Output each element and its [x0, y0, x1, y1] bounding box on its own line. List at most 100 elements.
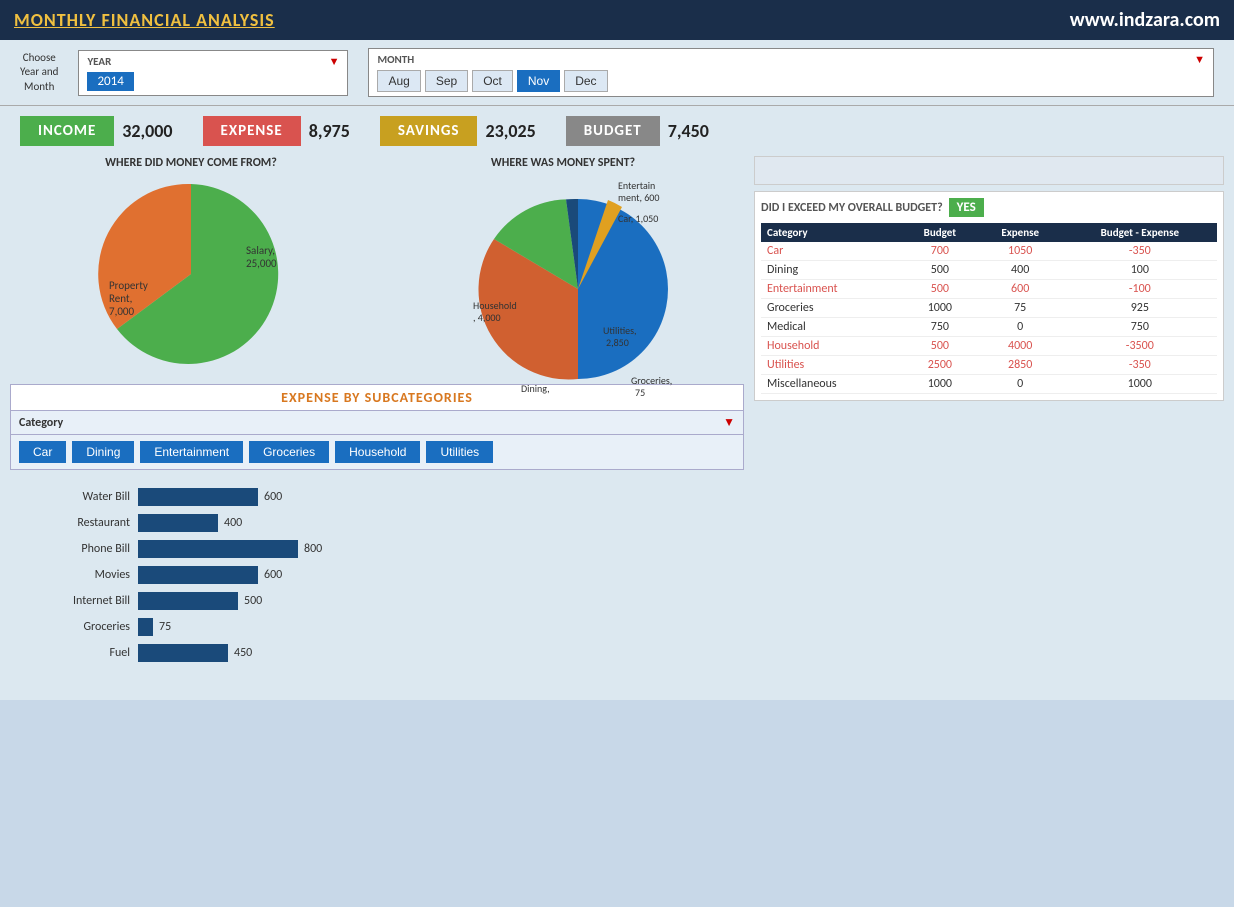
cell-diff: 750 [1063, 318, 1217, 337]
cell-diff: -350 [1063, 242, 1217, 261]
bar-label-fuel: Fuel [30, 646, 130, 660]
expense-pie-container: Car, 1,050 Entertain ment, 600 Household… [463, 174, 663, 374]
bar-row-internetbill: Internet Bill 500 [30, 592, 724, 610]
bar-value-fuel: 450 [234, 646, 252, 660]
budget-section: DID I EXCEED MY OVERALL BUDGET? YES Cate… [754, 191, 1224, 401]
budget-top-spacer [754, 156, 1224, 185]
bar-value-phonebill: 800 [304, 542, 322, 556]
cat-btn-household[interactable]: Household [335, 441, 420, 463]
month-sep[interactable]: Sep [425, 70, 468, 92]
charts-row: WHERE DID MONEY COME FROM? Salary, 25,00… [10, 156, 744, 374]
bar-value-internetbill: 500 [244, 594, 262, 608]
bar-row-phonebill: Phone Bill 800 [30, 540, 724, 558]
cat-btn-entertainment[interactable]: Entertainment [140, 441, 243, 463]
bar-value-restaurant: 400 [224, 516, 242, 530]
col-expense: Expense [978, 223, 1063, 242]
budget-table-row: Entertainment 500 600 -100 [761, 280, 1217, 299]
cell-budget: 750 [902, 318, 978, 337]
expense-household-value: , 4,000 [473, 311, 501, 324]
cat-btn-utilities[interactable]: Utilities [426, 441, 493, 463]
bar-row-waterbill: Water Bill 600 [30, 488, 724, 506]
month-aug[interactable]: Aug [377, 70, 420, 92]
cell-category: Entertainment [761, 280, 902, 299]
cell-expense: 0 [978, 318, 1063, 337]
income-value: 32,000 [122, 120, 172, 142]
expense-label: EXPENSE [203, 116, 301, 146]
header-bar: MONTHLY FINANCIAL ANALYSIS www.indzara.c… [0, 0, 1234, 40]
page-title: MONTHLY FINANCIAL ANALYSIS [14, 9, 275, 31]
income-chart-title: WHERE DID MONEY COME FROM? [10, 156, 372, 170]
left-panel: WHERE DID MONEY COME FROM? Salary, 25,00… [10, 156, 744, 690]
year-label: YEAR [87, 55, 111, 68]
cell-diff: -350 [1063, 356, 1217, 375]
year-header: YEAR ▼ [87, 55, 339, 68]
savings-label: SAVINGS [380, 116, 478, 146]
income-salary-value: 25,000 [246, 257, 277, 270]
col-category: Category [761, 223, 902, 242]
expense-summary: EXPENSE 8,975 [203, 116, 350, 146]
month-header: MONTH ▼ [377, 53, 1205, 66]
income-chart-section: WHERE DID MONEY COME FROM? Salary, 25,00… [10, 156, 372, 374]
right-panel: DID I EXCEED MY OVERALL BUDGET? YES Cate… [744, 156, 1224, 690]
cell-budget: 700 [902, 242, 978, 261]
website-url: www.indzara.com [1070, 8, 1220, 32]
budget-table-row: Household 500 4000 -3500 [761, 337, 1217, 356]
cat-btn-groceries[interactable]: Groceries [249, 441, 329, 463]
income-pie-svg: Salary, 25,000 Property Rent, 7,000 [91, 174, 291, 374]
bar-fill-restaurant [138, 514, 218, 532]
month-dec[interactable]: Dec [564, 70, 607, 92]
year-filter-icon[interactable]: ▼ [329, 55, 340, 68]
cell-expense: 4000 [978, 337, 1063, 356]
budget-table-row: Miscellaneous 1000 0 1000 [761, 375, 1217, 394]
cell-category: Dining [761, 261, 902, 280]
budget-table-row: Medical 750 0 750 [761, 318, 1217, 337]
month-filter-icon[interactable]: ▼ [1194, 53, 1205, 66]
subcategory-filter-icon[interactable]: ▼ [723, 415, 735, 430]
cell-budget: 1000 [902, 375, 978, 394]
income-salary-label: Salary, [246, 244, 275, 257]
bar-value-waterbill: 600 [264, 490, 282, 504]
budget-table: Category Budget Expense Budget - Expense… [761, 223, 1217, 394]
budget-question: DID I EXCEED MY OVERALL BUDGET? [761, 201, 943, 215]
month-label: MONTH [377, 53, 414, 66]
bar-row-restaurant: Restaurant 400 [30, 514, 724, 532]
bar-value-movies: 600 [264, 568, 282, 582]
month-oct[interactable]: Oct [472, 70, 513, 92]
month-nov[interactable]: Nov [517, 70, 560, 92]
budget-yes-badge: YES [949, 198, 984, 217]
month-buttons: Aug Sep Oct Nov Dec [377, 70, 1205, 92]
choose-label: ChooseYear andMonth [20, 51, 58, 94]
expense-household-slice [578, 199, 668, 379]
expense-groceries-value: 75 [635, 386, 645, 399]
savings-summary: SAVINGS 23,025 [380, 116, 536, 146]
year-control-box: YEAR ▼ 2014 [78, 50, 348, 96]
cell-category: Groceries [761, 299, 902, 318]
budget-table-row: Utilities 2500 2850 -350 [761, 356, 1217, 375]
bar-fill-movies [138, 566, 258, 584]
cat-btn-dining[interactable]: Dining [72, 441, 134, 463]
budget-summary: BUDGET 7,450 [566, 116, 709, 146]
cell-diff: 1000 [1063, 375, 1217, 394]
bar-row-groceries: Groceries 75 [30, 618, 724, 636]
col-budget: Budget [902, 223, 978, 242]
budget-table-row: Dining 500 400 100 [761, 261, 1217, 280]
year-value[interactable]: 2014 [87, 72, 133, 91]
bar-label-phonebill: Phone Bill [30, 542, 130, 556]
income-summary: INCOME 32,000 [20, 116, 173, 146]
bar-fill-fuel [138, 644, 228, 662]
cell-budget: 2500 [902, 356, 978, 375]
expense-car-label: Car, 1,050 [618, 212, 658, 225]
category-buttons: Car Dining Entertainment Groceries House… [11, 435, 743, 469]
expense-pie-svg: Car, 1,050 Entertain ment, 600 Household… [463, 174, 693, 404]
budget-label: BUDGET [566, 116, 660, 146]
filter-label: Category [19, 416, 63, 430]
main-content: WHERE DID MONEY COME FROM? Salary, 25,00… [0, 156, 1234, 700]
expense-entertainment-label2: ment, 600 [618, 191, 659, 204]
col-diff: Budget - Expense [1063, 223, 1217, 242]
bar-label-groceries: Groceries [30, 620, 130, 634]
expense-chart-title: WHERE WAS MONEY SPENT? [382, 156, 744, 170]
cell-expense: 75 [978, 299, 1063, 318]
cat-btn-car[interactable]: Car [19, 441, 66, 463]
expense-utilities-value: 2,850 [606, 336, 629, 349]
cell-diff: -3500 [1063, 337, 1217, 356]
